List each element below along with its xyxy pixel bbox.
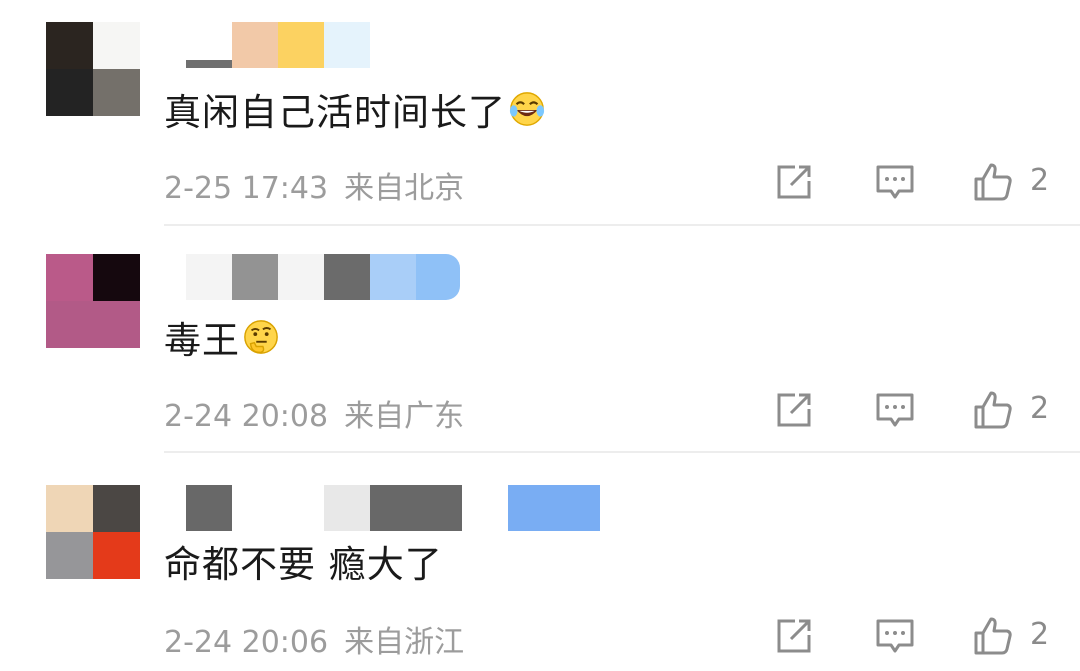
avatar-pixel	[46, 254, 93, 301]
comment-icon[interactable]	[874, 389, 916, 431]
comment-text-content: 真闲自己活时间长了	[164, 91, 506, 134]
username[interactable]	[186, 485, 600, 531]
thumbs-up-icon[interactable]	[972, 389, 1014, 431]
name-pixel	[186, 22, 232, 68]
comment-icon[interactable]	[874, 161, 916, 203]
avatar[interactable]	[46, 254, 140, 348]
comment-item: 命都不要 瘾大了 2-24 20:06 来自浙江 2	[0, 453, 1080, 671]
comment-text-content: 毒王	[164, 319, 240, 362]
comment-meta: 2-24 20:06 来自浙江	[164, 617, 464, 661]
like-count: 2	[1030, 391, 1050, 426]
avatar[interactable]	[46, 22, 140, 116]
name-pixel	[462, 485, 508, 531]
name-pixel	[324, 254, 370, 300]
name-pixel	[324, 22, 370, 68]
avatar-pixel	[46, 532, 93, 579]
avatar-pixel	[93, 301, 140, 348]
avatar[interactable]	[46, 485, 140, 579]
avatar-pixel	[46, 485, 93, 532]
name-pixel	[232, 485, 324, 531]
comment-icon[interactable]	[874, 615, 916, 657]
comment-list: 真闲自己活时间长了 2-25 17:43 来自北京 2 毒王 2-24 20:0…	[0, 0, 1080, 671]
avatar-pixel	[46, 69, 93, 116]
avatar-pixel	[46, 22, 93, 69]
comment-meta: 2-25 17:43 来自北京	[164, 163, 464, 207]
name-pixel	[324, 485, 370, 531]
avatar-pixel	[93, 532, 140, 579]
name-pixel	[186, 254, 232, 300]
thinking-icon	[244, 320, 278, 354]
avatar-pixel	[93, 69, 140, 116]
comment-item: 毒王 2-24 20:08 来自广东 2	[0, 226, 1080, 453]
avatar-pixel	[46, 301, 93, 348]
comment-text: 真闲自己活时间长了	[164, 82, 546, 136]
thumbs-up-icon[interactable]	[972, 615, 1014, 657]
location: 来自浙江	[344, 625, 465, 660]
share-icon[interactable]	[773, 161, 815, 203]
comment-text: 命都不要 瘾大了	[164, 534, 443, 588]
like-count: 2	[1030, 617, 1050, 652]
comment-text: 毒王	[164, 310, 280, 364]
laughing-tears-icon	[509, 92, 545, 126]
avatar-pixel	[93, 485, 140, 532]
avatar-pixel	[93, 22, 140, 69]
share-icon[interactable]	[773, 615, 815, 657]
comment-item: 真闲自己活时间长了 2-25 17:43 来自北京 2	[0, 0, 1080, 226]
timestamp: 2-24 20:06	[164, 625, 329, 660]
name-pixel	[416, 254, 460, 300]
timestamp: 2-24 20:08	[164, 399, 329, 434]
name-pixel	[278, 22, 324, 68]
like-count: 2	[1030, 163, 1050, 198]
name-pixel	[508, 485, 600, 531]
comment-text-content: 命都不要 瘾大了	[164, 543, 443, 586]
comment-meta: 2-24 20:08 来自广东	[164, 391, 464, 435]
location: 来自北京	[344, 171, 465, 206]
name-pixel	[370, 485, 462, 531]
name-pixel	[232, 254, 278, 300]
name-pixel	[232, 22, 278, 68]
name-pixel	[278, 254, 324, 300]
username[interactable]	[186, 254, 460, 300]
timestamp: 2-25 17:43	[164, 171, 329, 206]
thumbs-up-icon[interactable]	[972, 161, 1014, 203]
name-pixel	[186, 485, 232, 531]
name-pixel	[370, 254, 416, 300]
avatar-pixel	[93, 254, 140, 301]
username[interactable]	[186, 22, 370, 68]
location: 来自广东	[344, 399, 465, 434]
share-icon[interactable]	[773, 389, 815, 431]
